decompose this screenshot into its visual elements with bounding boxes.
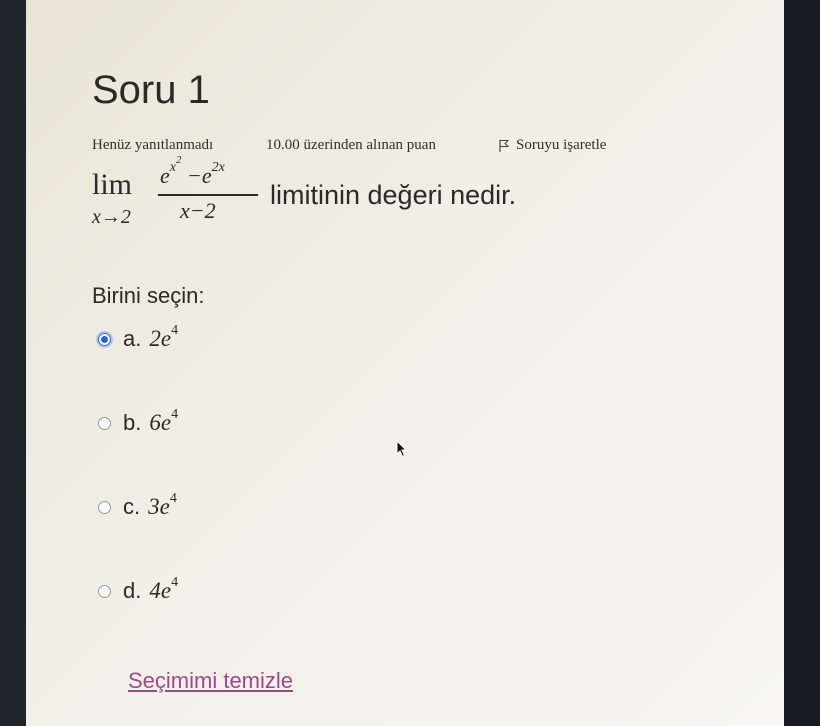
option-b-radio[interactable] xyxy=(98,416,111,430)
limit-word: lim xyxy=(92,168,133,201)
question-status: Henüz yanıtlanmadı xyxy=(92,137,214,153)
clear-choice-link[interactable]: Seçimimi temizle xyxy=(128,668,293,694)
fraction-denominator: x−2 xyxy=(180,198,216,223)
fraction-numerator: ex2 −e2x xyxy=(160,154,225,188)
flag-question-label: Soruyu işaretle xyxy=(516,137,607,153)
mouse-cursor-icon xyxy=(396,439,408,463)
flag-icon xyxy=(498,139,510,153)
option-b[interactable]: b. 6e4 xyxy=(98,407,179,436)
option-a-value: 2e4 xyxy=(149,323,179,351)
quiz-screen: Soru 1 Henüz yanıtlanmadı 10.00 üzerinde… xyxy=(26,0,784,726)
option-a-letter: a. xyxy=(123,326,142,351)
option-b-value: 6e4 xyxy=(149,407,179,435)
question-body-text: limitinin değeri nedir. xyxy=(270,180,517,210)
option-a-radio[interactable] xyxy=(98,332,111,346)
option-d-radio[interactable] xyxy=(98,584,111,598)
option-c[interactable]: c. 3e4 xyxy=(98,491,177,520)
option-c-radio[interactable] xyxy=(98,500,111,514)
option-d-letter: d. xyxy=(123,578,142,603)
answer-prompt: Birini seçin: xyxy=(92,283,205,308)
screen-edge xyxy=(784,0,820,726)
option-c-letter: c. xyxy=(123,494,141,519)
question-text: lim x→2 ex2 −e2x x−2 limitinin değeri ne… xyxy=(90,154,650,240)
limit-subscript: x→2 xyxy=(92,206,131,228)
option-d-value: 4e4 xyxy=(149,575,179,603)
option-a[interactable]: a. 2e4 xyxy=(98,323,179,352)
option-c-value: 3e4 xyxy=(148,491,177,519)
question-points: 10.00 üzerinden alınan puan xyxy=(266,137,436,153)
option-b-letter: b. xyxy=(123,410,142,435)
question-title: Soru 1 xyxy=(92,68,210,112)
fraction-bar xyxy=(158,194,258,196)
option-d[interactable]: d. 4e4 xyxy=(98,575,179,604)
flag-question-button[interactable]: Soruyu işaretle xyxy=(498,137,606,154)
